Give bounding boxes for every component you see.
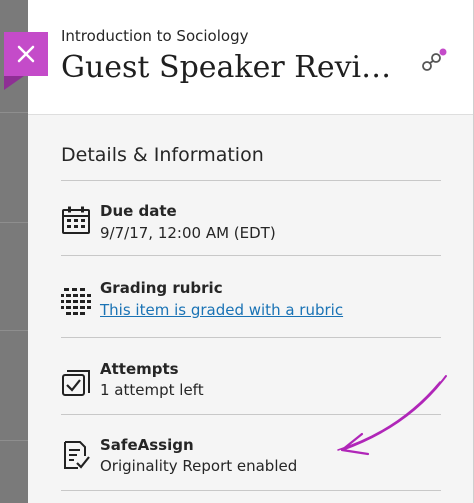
calendar-icon <box>61 205 91 235</box>
course-name: Introduction to Sociology <box>61 27 249 45</box>
rubric-icon <box>61 286 91 316</box>
safeassign-value: Originality Report enabled <box>100 457 298 475</box>
divider <box>61 490 441 491</box>
safeassign-label: SafeAssign <box>100 436 194 454</box>
divider <box>61 180 441 181</box>
due-date-label: Due date <box>100 202 177 220</box>
backdrop-divider <box>0 112 28 113</box>
safeassign-icon <box>61 440 91 470</box>
section-title: Details & Information <box>61 144 264 166</box>
grading-rubric-link[interactable]: This item is graded with a rubric <box>100 301 343 319</box>
attempts-label: Attempts <box>100 360 179 378</box>
details-panel: Introduction to Sociology Guest Speaker … <box>28 0 474 503</box>
help-icon[interactable] <box>420 46 448 74</box>
close-button[interactable] <box>4 32 48 76</box>
divider <box>61 414 441 415</box>
close-button-tab <box>4 76 24 90</box>
divider <box>61 255 441 256</box>
close-icon <box>17 45 35 63</box>
grading-rubric-label: Grading rubric <box>100 279 223 297</box>
backdrop-divider <box>0 330 28 331</box>
backdrop-divider <box>0 222 28 223</box>
panel-header: Introduction to Sociology Guest Speaker … <box>28 0 473 115</box>
page-title: Guest Speaker Revi… <box>61 50 392 85</box>
backdrop-divider <box>0 440 28 441</box>
divider <box>61 337 441 338</box>
attempts-value: 1 attempt left <box>100 381 204 399</box>
due-date-value: 9/7/17, 12:00 AM (EDT) <box>100 224 276 242</box>
attempts-icon <box>61 367 91 397</box>
grading-rubric-link-wrapper: This item is graded with a rubric <box>100 301 343 319</box>
